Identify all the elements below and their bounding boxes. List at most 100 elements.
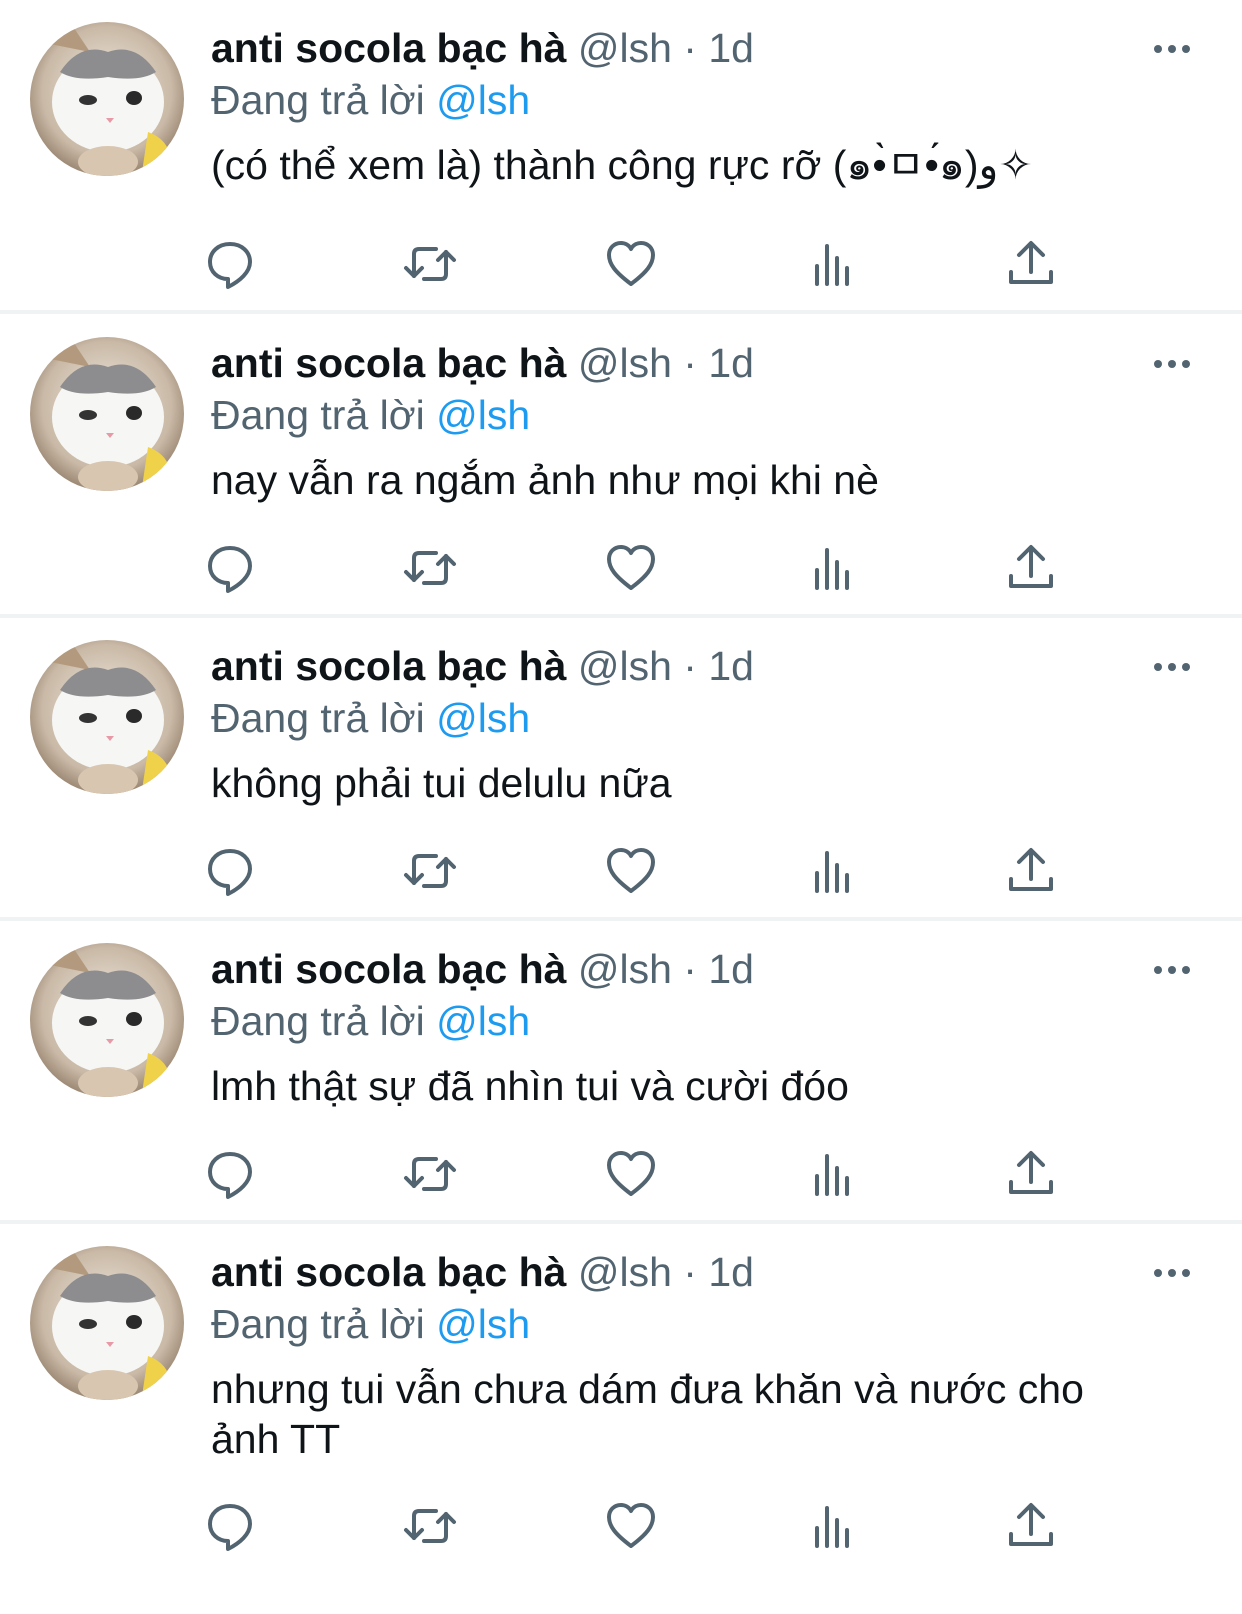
action-bar (0, 1146, 1242, 1206)
handle[interactable]: @lsh (578, 340, 672, 386)
views-button[interactable] (803, 843, 859, 899)
timestamp[interactable]: 1d (708, 643, 754, 689)
reply-button[interactable] (202, 540, 258, 596)
display-name[interactable]: anti socola bạc hà (211, 25, 566, 71)
reply-bubble-icon (208, 1152, 252, 1199)
more-options-button[interactable] (1152, 351, 1192, 377)
like-button[interactable] (603, 540, 659, 596)
more-horizontal-icon (1154, 45, 1190, 53)
retweet-button[interactable] (402, 236, 458, 292)
heart-icon (607, 545, 655, 590)
tweet[interactable]: anti socola bạc hà @lsh · 1d Đang trả lờ… (0, 618, 1242, 921)
tweet-text: nhưng tui vẫn chưa dám đưa khăn và nước … (211, 1366, 1084, 1462)
tweet-text: không phải tui delulu nữa (211, 760, 672, 806)
display-name[interactable]: anti socola bạc hà (211, 643, 566, 689)
share-button[interactable] (1003, 843, 1059, 899)
share-upload-icon (1009, 848, 1053, 891)
timestamp[interactable]: 1d (708, 946, 754, 992)
divider (0, 310, 1242, 314)
separator: · (671, 1249, 709, 1295)
share-upload-icon (1009, 241, 1053, 284)
tweet-text: (có thể xem là) thành công rực rỡ (๑•̀ㅁ•… (211, 142, 1033, 188)
tweet-header: anti socola bạc hà @lsh · 1d (211, 337, 1142, 389)
like-button[interactable] (603, 843, 659, 899)
retweet-button[interactable] (402, 1146, 458, 1202)
reply-button[interactable] (202, 843, 258, 899)
share-button[interactable] (1003, 540, 1059, 596)
tweet-header: anti socola bạc hà @lsh · 1d (211, 943, 1142, 995)
reply-prefix: Đang trả lời (211, 695, 437, 741)
action-bar (0, 1498, 1242, 1558)
tweet[interactable]: anti socola bạc hà @lsh · 1d Đang trả lờ… (0, 0, 1242, 314)
replying-to: Đang trả lời @lsh (211, 389, 1142, 441)
views-button[interactable] (803, 236, 859, 292)
share-button[interactable] (1003, 1146, 1059, 1202)
retweet-button[interactable] (402, 1498, 458, 1554)
share-upload-icon (1009, 1503, 1053, 1546)
retweet-icon (404, 551, 456, 585)
timestamp[interactable]: 1d (708, 340, 754, 386)
reply-button[interactable] (202, 236, 258, 292)
tweet-header: anti socola bạc hà @lsh · 1d (211, 22, 1142, 74)
views-button[interactable] (803, 1146, 859, 1202)
reply-mention-link[interactable]: @lsh (436, 998, 530, 1044)
more-options-button[interactable] (1152, 1260, 1192, 1286)
timestamp[interactable]: 1d (708, 25, 754, 71)
cat-avatar-icon (30, 1246, 184, 1400)
reply-bubble-icon (208, 1504, 252, 1551)
action-bar (0, 540, 1242, 600)
like-button[interactable] (603, 1498, 659, 1554)
display-name[interactable]: anti socola bạc hà (211, 946, 566, 992)
reply-mention-link[interactable]: @lsh (436, 77, 530, 123)
avatar[interactable] (30, 337, 184, 491)
avatar[interactable] (30, 1246, 184, 1400)
views-bar-chart-icon (815, 851, 849, 893)
more-options-button[interactable] (1152, 957, 1192, 983)
views-bar-chart-icon (815, 548, 849, 590)
avatar[interactable] (30, 22, 184, 176)
display-name[interactable]: anti socola bạc hà (211, 340, 566, 386)
reply-mention-link[interactable]: @lsh (436, 392, 530, 438)
heart-icon (607, 1503, 655, 1548)
reply-button[interactable] (202, 1146, 258, 1202)
replying-to: Đang trả lời @lsh (211, 74, 1142, 126)
display-name[interactable]: anti socola bạc hà (211, 1249, 566, 1295)
retweet-button[interactable] (402, 843, 458, 899)
views-bar-chart-icon (815, 244, 849, 286)
reply-mention-link[interactable]: @lsh (436, 695, 530, 741)
views-button[interactable] (803, 540, 859, 596)
handle[interactable]: @lsh (578, 25, 672, 71)
views-bar-chart-icon (815, 1506, 849, 1548)
more-options-button[interactable] (1152, 654, 1192, 680)
handle[interactable]: @lsh (578, 643, 672, 689)
heart-icon (607, 1151, 655, 1196)
share-button[interactable] (1003, 236, 1059, 292)
like-button[interactable] (603, 236, 659, 292)
separator: · (671, 643, 709, 689)
more-horizontal-icon (1154, 1269, 1190, 1277)
reply-button[interactable] (202, 1498, 258, 1554)
tweet[interactable]: anti socola bạc hà @lsh · 1d Đang trả lờ… (0, 315, 1242, 618)
heart-icon (607, 241, 655, 286)
like-button[interactable] (603, 1146, 659, 1202)
retweet-button[interactable] (402, 540, 458, 596)
retweet-icon (404, 854, 456, 888)
avatar[interactable] (30, 640, 184, 794)
more-options-button[interactable] (1152, 36, 1192, 62)
tweet-header: anti socola bạc hà @lsh · 1d (211, 1246, 1142, 1298)
retweet-icon (404, 1157, 456, 1191)
cat-avatar-icon (30, 22, 184, 176)
handle[interactable]: @lsh (578, 946, 672, 992)
views-button[interactable] (803, 1498, 859, 1554)
timestamp[interactable]: 1d (708, 1249, 754, 1295)
reply-bubble-icon (208, 546, 252, 593)
more-horizontal-icon (1154, 966, 1190, 974)
reply-mention-link[interactable]: @lsh (436, 1301, 530, 1347)
share-upload-icon (1009, 545, 1053, 588)
share-button[interactable] (1003, 1498, 1059, 1554)
avatar[interactable] (30, 943, 184, 1097)
tweet[interactable]: anti socola bạc hà @lsh · 1d Đang trả lờ… (0, 1224, 1242, 1614)
reply-prefix: Đang trả lời (211, 998, 437, 1044)
tweet[interactable]: anti socola bạc hà @lsh · 1d Đang trả lờ… (0, 921, 1242, 1224)
handle[interactable]: @lsh (578, 1249, 672, 1295)
